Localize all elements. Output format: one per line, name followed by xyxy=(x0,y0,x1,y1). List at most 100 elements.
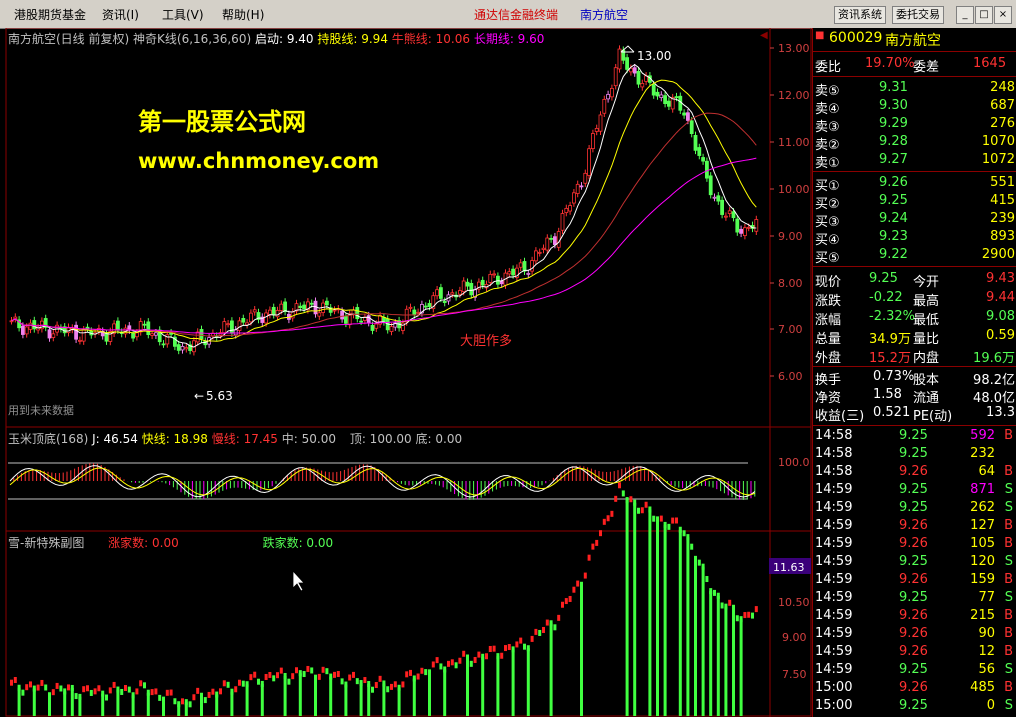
candle-body xyxy=(674,96,679,99)
candle-body xyxy=(537,251,542,254)
sub-step-block xyxy=(629,496,633,503)
sub-step-block xyxy=(610,510,614,517)
menu-item-news[interactable]: 资讯(I) xyxy=(102,6,139,23)
chart-canvas[interactable]: 13.00 12.00 11.00 10.00 9.00 8.00 7.00 6.00 13.… xyxy=(0,28,812,717)
candle-body xyxy=(693,134,698,151)
sub-step-block xyxy=(690,543,694,550)
candle-body xyxy=(682,112,686,116)
candle-body xyxy=(724,215,728,218)
candle-body xyxy=(545,237,550,251)
sub-step-block xyxy=(599,530,602,537)
chart-area[interactable]: 13.00 12.00 11.00 10.00 9.00 8.00 7.00 6.00 13.… xyxy=(0,28,812,717)
candle-body xyxy=(416,311,421,314)
sub-step-block xyxy=(747,611,751,618)
candle-body xyxy=(241,318,246,323)
sub-step-block xyxy=(583,572,587,579)
sell-level-row: 卖③ 9.29 276 xyxy=(813,116,1016,135)
divider xyxy=(813,51,1016,52)
sub-step-block xyxy=(386,686,390,693)
oscillator-series xyxy=(8,462,756,500)
close-icon[interactable]: × xyxy=(994,6,1012,24)
stat-value-1: -0.22 xyxy=(869,290,903,305)
fund-label-2: 流通 xyxy=(913,391,940,406)
trade-button[interactable]: 委托交易 xyxy=(892,6,944,24)
sub-step-block xyxy=(287,678,291,685)
tick-row: 14:59 9.25 77 S xyxy=(813,590,1016,608)
stat-label-2: 最高 xyxy=(913,294,940,309)
sub-volume-bar xyxy=(412,678,416,716)
sub-step-block xyxy=(462,650,466,657)
tick-price: 9.25 xyxy=(899,590,928,605)
sub-step-block xyxy=(644,501,648,508)
candle-body xyxy=(233,329,238,336)
candle-body xyxy=(423,305,428,308)
sub-step-block xyxy=(55,682,59,689)
tick-price: 9.26 xyxy=(899,644,928,659)
candle-body xyxy=(651,84,656,96)
sub-step-block xyxy=(219,688,222,695)
sub-volume-bar xyxy=(694,558,697,716)
osc-slow-line xyxy=(9,467,755,496)
menu-item-help[interactable]: 帮助(H) xyxy=(222,6,264,23)
scroll-up-icon[interactable]: ◀ xyxy=(760,30,768,41)
sub-volume-bar xyxy=(580,584,583,716)
tick-direction: B xyxy=(1004,428,1013,443)
sub-step-block xyxy=(139,680,143,687)
ratio-value: 19.70% xyxy=(865,56,915,71)
sub-step-block xyxy=(652,515,656,522)
sell-level-label: 卖② xyxy=(815,138,840,153)
candle-body xyxy=(522,261,527,272)
tick-volume: 232 xyxy=(970,446,995,461)
stat-value-2: 0.59 xyxy=(986,328,1015,343)
sub-step-block xyxy=(553,624,557,631)
stat-label-1: 涨幅 xyxy=(815,313,842,328)
stat-row: 总量 34.9万 量比 0.59 xyxy=(813,328,1016,347)
sub-info-line: 雪-新特殊副图 涨家数: 0.00 跌家数: 0.00 xyxy=(8,534,333,551)
sub-step-block xyxy=(325,668,329,675)
hold-line-value: 持股线: 9.94 xyxy=(317,32,388,46)
sub-step-block xyxy=(469,660,473,667)
sub-step-block xyxy=(614,495,618,502)
news-system-button[interactable]: 资讯系统 xyxy=(834,6,886,24)
tick-direction: S xyxy=(1004,482,1013,497)
maximize-icon[interactable]: □ xyxy=(975,6,993,24)
minimize-icon[interactable]: _ xyxy=(956,6,974,24)
sub-step-block xyxy=(51,689,55,696)
sub-step-block xyxy=(671,517,675,524)
sell-level-price: 9.30 xyxy=(879,98,908,113)
sub-step-block xyxy=(276,672,279,679)
menu-item-hk-futures[interactable]: 港股期货基金 xyxy=(14,6,86,23)
sub-volume-bar xyxy=(78,696,82,716)
sub-volume-bar xyxy=(245,684,249,716)
sub-step-block xyxy=(340,678,344,685)
sub-step-block xyxy=(348,674,352,681)
candle-body xyxy=(591,133,595,150)
stat-label-2: 最低 xyxy=(913,313,940,328)
stat-row: 现价 9.25 今开 9.43 xyxy=(813,271,1016,290)
sub-step-block xyxy=(317,673,321,680)
candle-body xyxy=(184,347,189,350)
menu-item-tools[interactable]: 工具(V) xyxy=(162,6,204,23)
fund-value-1: 0.73% xyxy=(873,369,915,384)
bull-bear-line xyxy=(11,112,757,337)
sub-volume-bar xyxy=(382,683,386,716)
candle-body xyxy=(587,148,591,176)
sub-volume-bar xyxy=(162,699,165,716)
candle-body xyxy=(343,315,348,324)
indicator-name: 神奇K线(6,16,36,60) xyxy=(133,32,252,46)
sub-step-block xyxy=(450,659,454,666)
candle-body xyxy=(142,323,147,326)
sub-step-block xyxy=(735,615,739,622)
tick-volume: 215 xyxy=(970,608,995,623)
candle-body xyxy=(226,323,231,326)
sub-volume-bar xyxy=(314,677,317,716)
stat-label-1: 外盘 xyxy=(815,351,842,366)
tick-time: 14:59 xyxy=(815,500,853,515)
sub-y-tick-2: 9.00 xyxy=(782,631,807,644)
candle-body xyxy=(655,91,660,97)
candle-body xyxy=(564,208,569,213)
tick-volume: 77 xyxy=(978,590,995,605)
sub-step-block xyxy=(29,681,32,688)
app-title: 通达信金融终端 xyxy=(474,8,559,22)
tick-time: 15:00 xyxy=(815,698,853,713)
